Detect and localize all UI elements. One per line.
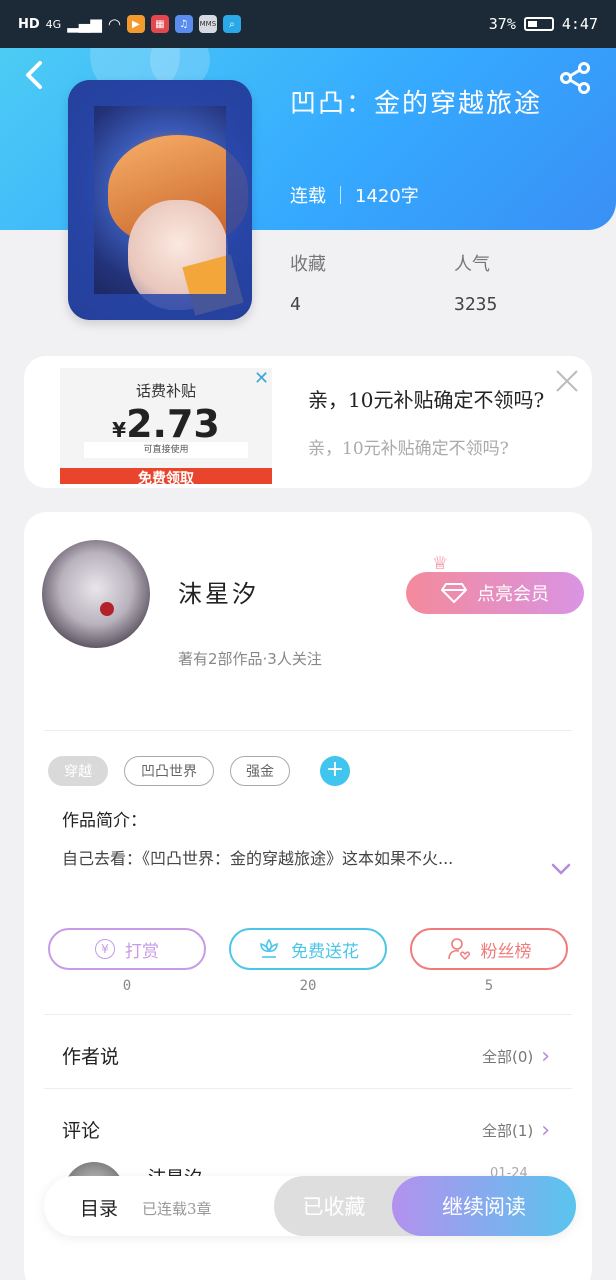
avatar-art xyxy=(100,602,114,616)
chevron-right-icon: › xyxy=(541,1044,551,1069)
book-cover[interactable] xyxy=(68,80,252,320)
divider xyxy=(44,1014,572,1015)
ad-subtitle: 亲，10元补贴确定不领吗? xyxy=(308,439,509,459)
author-info: 著有2部作品·3人关注 xyxy=(178,650,322,668)
stat-label: 人气 xyxy=(454,254,490,275)
author-says-title: 作者说 xyxy=(62,1046,120,1068)
app-notification-icon: ▦ xyxy=(150,15,169,33)
author-says-count: 全部(0) xyxy=(482,1048,534,1066)
reward-label: 打赏 xyxy=(125,941,159,962)
ad-title[interactable]: 亲，10元补贴确定不领吗? xyxy=(308,384,544,413)
add-tag-button[interactable]: + xyxy=(320,756,350,786)
status-bar: HD 4G ▂▄▆ ◠ ▶ ▦ ♫ MMS ⌕ 37% 4:47 xyxy=(0,0,616,48)
battery-icon xyxy=(523,17,554,31)
wifi-icon: ◠ xyxy=(107,15,121,33)
app-notification-icon: ▶ xyxy=(126,15,145,33)
close-icon xyxy=(556,370,578,392)
clock: 4:47 xyxy=(561,15,598,33)
plus-icon: + xyxy=(325,757,345,782)
expand-button[interactable] xyxy=(550,858,572,880)
divider xyxy=(44,1088,572,1089)
continue-reading-button[interactable]: 继续阅读 xyxy=(392,1176,576,1236)
comments-link[interactable]: 全部(1) › xyxy=(482,1118,550,1143)
ad-info-close-icon[interactable]: ✕ xyxy=(254,368,269,389)
chevron-right-icon: › xyxy=(541,1118,551,1143)
search-notification-icon: ⌕ xyxy=(222,15,241,33)
ad-image[interactable]: 话费补贴 ¥2.73 可直接使用 免费领取 xyxy=(60,368,272,484)
battery-percent: 37% xyxy=(488,15,516,33)
stat-popularity: 人气 3235 xyxy=(454,250,497,315)
tag-chip[interactable]: 凹凸世界 xyxy=(124,756,214,786)
diamond-icon xyxy=(441,583,467,603)
cover-art xyxy=(68,80,252,320)
stat-label: 收藏 xyxy=(290,254,326,275)
book-meta: 连载 1420字 xyxy=(290,182,419,208)
fan-count: 5 xyxy=(484,978,494,994)
stat-value: 4 xyxy=(290,294,301,315)
stat-value: 3235 xyxy=(454,294,498,315)
chevron-left-icon xyxy=(26,61,42,89)
mms-notification-icon: MMS xyxy=(198,15,217,33)
ad-image-note: 可直接使用 xyxy=(84,442,248,458)
toc-chapter-count: 已连载3章 xyxy=(142,1200,212,1218)
author-avatar[interactable] xyxy=(42,540,150,648)
ad-image-currency: ¥ xyxy=(112,418,127,442)
comments-count: 全部(1) xyxy=(482,1122,534,1140)
toc-button[interactable]: 目录 xyxy=(80,1194,118,1221)
fan-ranking-label: 粉丝榜 xyxy=(480,941,532,962)
reward-count: 0 xyxy=(122,978,132,994)
ad-close-button[interactable] xyxy=(554,368,580,394)
back-button[interactable] xyxy=(22,60,52,94)
ad-image-title: 话费补贴 xyxy=(135,382,196,400)
intro-label: 作品简介： xyxy=(62,811,147,831)
fan-ranking-button[interactable]: 粉丝榜 xyxy=(410,928,568,970)
hd-indicator: HD xyxy=(18,16,40,32)
flower-count: 20 xyxy=(299,978,317,994)
stat-favorites: 收藏 4 xyxy=(290,250,326,315)
continue-reading-label: 继续阅读 xyxy=(442,1195,526,1219)
ad-image-amount-value: 2.73 xyxy=(126,402,220,446)
word-count: 1420字 xyxy=(355,186,419,207)
author-says-link[interactable]: 全部(0) › xyxy=(482,1044,550,1069)
user-heart-icon xyxy=(447,938,470,960)
send-flower-label: 免费送花 xyxy=(291,941,359,962)
vip-label: 点亮会员 xyxy=(477,584,549,605)
vip-button[interactable]: 点亮会员 xyxy=(406,572,584,614)
music-notification-icon: ♫ xyxy=(174,15,193,33)
crown-icon: ♕ xyxy=(432,553,449,574)
tag-chip[interactable]: 穿越 xyxy=(48,756,108,786)
signal-icon: ▂▄▆ xyxy=(67,15,102,33)
yen-icon: ¥ xyxy=(95,939,115,959)
divider xyxy=(44,730,572,731)
network-indicator: 4G xyxy=(45,17,62,31)
author-name[interactable]: 沫星汐 xyxy=(178,574,259,609)
book-title: 凹凸：金的穿越旅途 xyxy=(290,89,543,119)
chevron-down-icon xyxy=(551,863,571,875)
collected-label: 已收藏 xyxy=(302,1195,366,1219)
intro-text: 自己去看：《凹凸世界：金的穿越旅途》这本如果不火... xyxy=(62,849,454,868)
ad-image-button: 免费领取 xyxy=(60,468,272,484)
book-status: 连载 xyxy=(290,186,326,207)
tag-chip[interactable]: 强金 xyxy=(230,756,290,786)
send-flower-button[interactable]: 免费送花 xyxy=(229,928,387,970)
reward-button[interactable]: ¥ 打赏 xyxy=(48,928,206,970)
flower-icon xyxy=(260,938,278,958)
comments-title: 评论 xyxy=(62,1120,101,1142)
divider xyxy=(340,186,341,204)
ad-image-amount: ¥2.73 xyxy=(60,402,272,446)
